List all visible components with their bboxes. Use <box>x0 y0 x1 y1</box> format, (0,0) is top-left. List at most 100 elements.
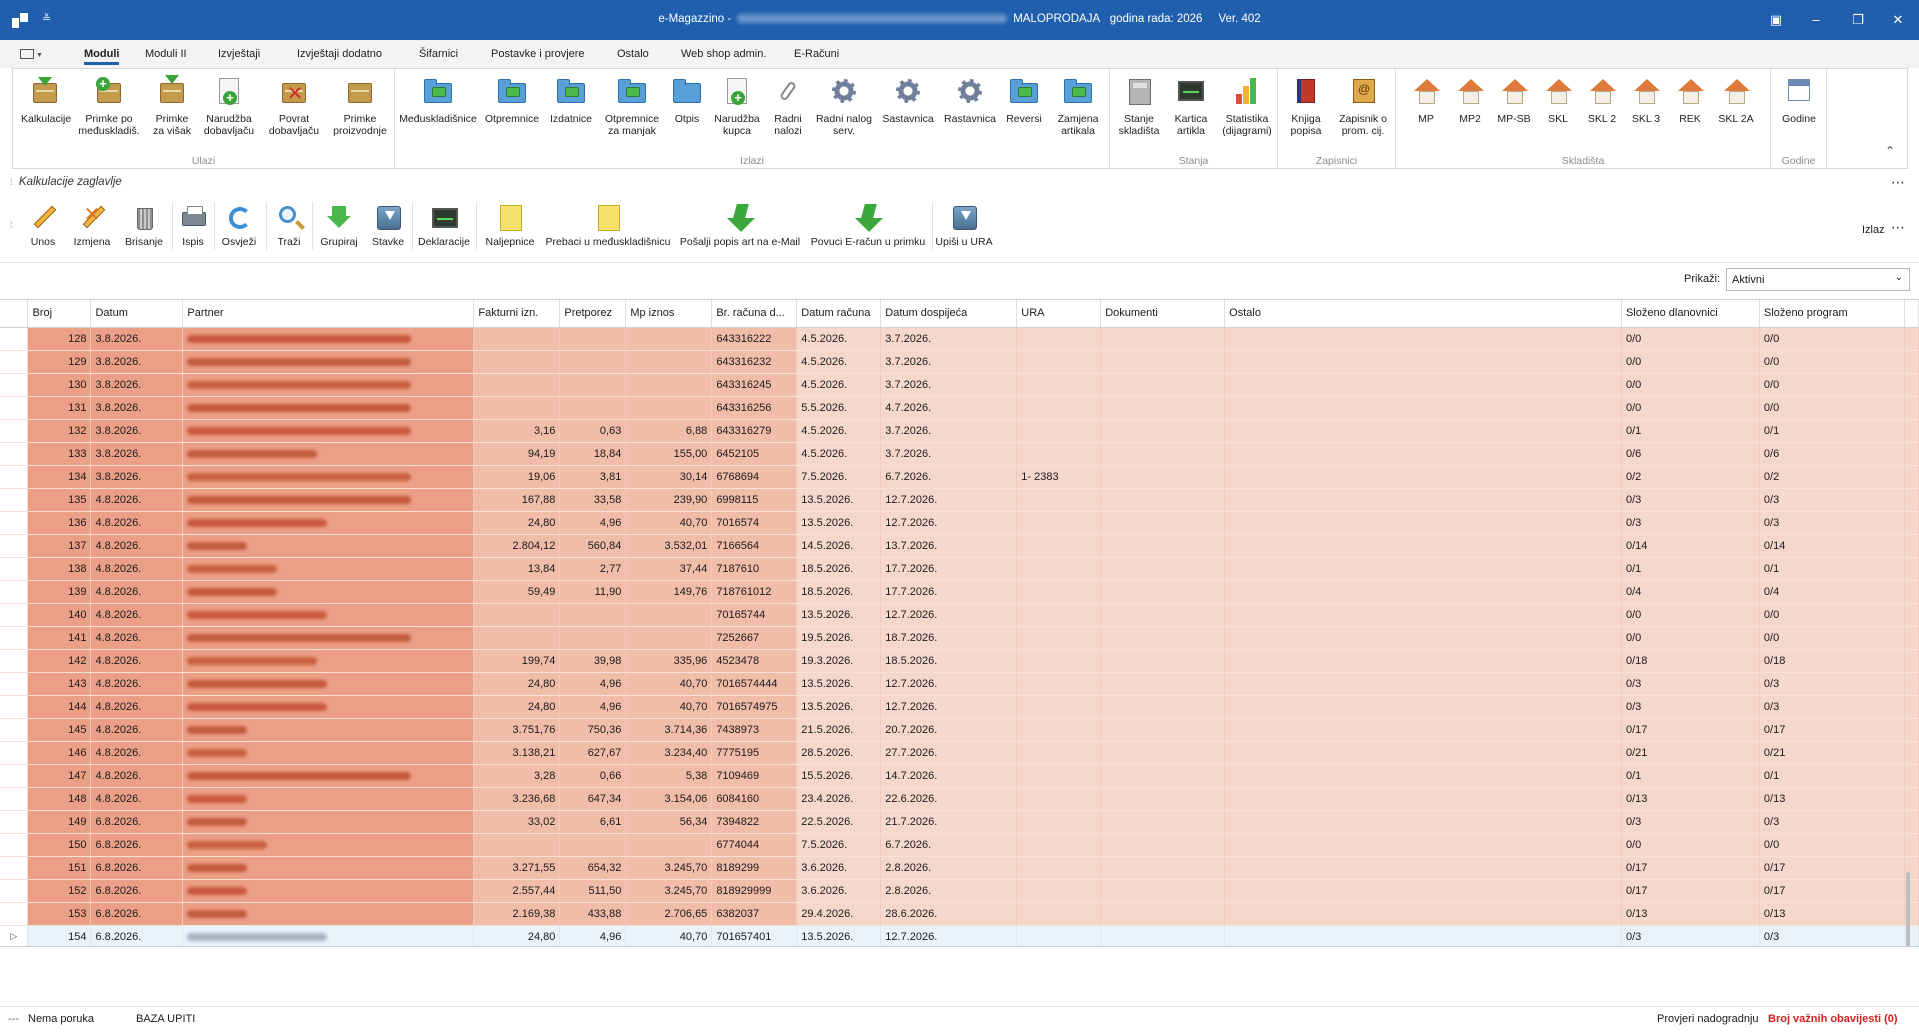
cell-datum[interactable]: 3.8.2026. <box>90 373 184 397</box>
cell-br-racuna[interactable]: 6382037 <box>711 902 798 926</box>
upisi-u-ura-button[interactable]: Upiši u URA <box>934 202 994 248</box>
cell-ostalo[interactable] <box>1224 534 1622 558</box>
cell-fakturni-izn[interactable] <box>473 833 561 857</box>
cell-slozeno-program[interactable]: 0/1 <box>1759 419 1905 443</box>
row-indicator[interactable] <box>0 327 29 351</box>
cell-datum-racuna[interactable]: 22.5.2026. <box>796 810 882 834</box>
skladiste-mp2-button[interactable]: MP2 <box>1450 75 1490 125</box>
cell-datum-racuna[interactable]: 19.3.2026. <box>796 649 882 673</box>
cell-fakturni-izn[interactable]: 3,16 <box>473 419 561 443</box>
cell-slozeno-program[interactable]: 0/3 <box>1759 488 1905 512</box>
cell-broj[interactable]: 134 <box>27 465 92 489</box>
cell-pretporez[interactable]: 3,81 <box>559 465 627 489</box>
cell-dokumenti[interactable] <box>1100 856 1226 880</box>
table-row[interactable]: 131 3.8.2026. 643316256 5.5.2026. 4.7.2026. 0… <box>0 396 1919 420</box>
cell-pretporez[interactable] <box>559 626 627 650</box>
cell-ura[interactable] <box>1016 925 1102 946</box>
cell-pretporez[interactable]: 433,88 <box>559 902 627 926</box>
cell-ostalo[interactable] <box>1224 764 1622 788</box>
cell-br-racuna[interactable]: 643316279 <box>711 419 798 443</box>
godine-button[interactable]: Godine <box>1775 75 1823 125</box>
cell-br-racuna[interactable]: 818929999 <box>711 879 798 903</box>
cell-slozeno-program[interactable]: 0/0 <box>1759 350 1905 374</box>
row-indicator[interactable] <box>0 810 29 834</box>
cell-datum-dospijeca[interactable]: 27.7.2026. <box>880 741 1018 765</box>
cell-slozeno-dlanovnici[interactable]: 0/13 <box>1621 787 1760 811</box>
cell-ostalo[interactable] <box>1224 741 1622 765</box>
cell-datum-dospijeca[interactable]: 3.7.2026. <box>880 327 1018 351</box>
row-indicator[interactable] <box>0 902 29 926</box>
cell-datum-dospijeca[interactable]: 2.8.2026. <box>880 879 1018 903</box>
cell-ura[interactable] <box>1016 373 1102 397</box>
cell-br-racuna[interactable]: 7016574444 <box>711 672 798 696</box>
cell-ostalo[interactable] <box>1224 511 1622 535</box>
cell-datum-racuna[interactable]: 28.5.2026. <box>796 741 882 765</box>
col-header-partner[interactable]: Partner <box>182 300 475 328</box>
cell-datum-dospijeca[interactable]: 4.7.2026. <box>880 396 1018 420</box>
cell-slozeno-program[interactable]: 0/17 <box>1759 879 1905 903</box>
cell-fakturni-izn[interactable]: 24,80 <box>473 925 561 946</box>
cell-fakturni-izn[interactable]: 94,19 <box>473 442 561 466</box>
cell-broj[interactable]: 138 <box>27 557 92 581</box>
cell-datum-racuna[interactable]: 18.5.2026. <box>796 580 882 604</box>
cell-datum-dospijeca[interactable]: 18.5.2026. <box>880 649 1018 673</box>
cell-partner[interactable] <box>182 810 475 834</box>
cell-datum-racuna[interactable]: 4.5.2026. <box>796 442 882 466</box>
row-indicator[interactable] <box>0 534 29 558</box>
cell-partner[interactable] <box>182 465 475 489</box>
scrollbar-thumb[interactable] <box>1906 872 1910 946</box>
cell-slozeno-program[interactable]: 0/3 <box>1759 695 1905 719</box>
cell-ostalo[interactable] <box>1224 557 1622 581</box>
cell-fakturni-izn[interactable]: 24,80 <box>473 695 561 719</box>
cell-br-racuna[interactable]: 6998115 <box>711 488 798 512</box>
vertical-scrollbar[interactable] <box>1905 332 1911 946</box>
cell-ura[interactable] <box>1016 695 1102 719</box>
otpremnice-button[interactable]: Otpremnice <box>481 75 543 125</box>
izlaz-button[interactable]: Izlaz <box>1862 224 1885 236</box>
table-row[interactable]: 141 4.8.2026. 7252667 19.5.2026. 18.7.2026. 0… <box>0 626 1919 650</box>
cell-datum-dospijeca[interactable]: 6.7.2026. <box>880 833 1018 857</box>
cell-datum[interactable]: 6.8.2026. <box>90 856 184 880</box>
cell-datum[interactable]: 4.8.2026. <box>90 695 184 719</box>
table-row[interactable]: 140 4.8.2026. 70165744 13.5.2026. 12.7.2026.… <box>0 603 1919 627</box>
cell-pretporez[interactable]: 0,63 <box>559 419 627 443</box>
row-indicator[interactable] <box>0 373 29 397</box>
cell-fakturni-izn[interactable] <box>473 373 561 397</box>
cell-ura[interactable] <box>1016 350 1102 374</box>
cell-fakturni-izn[interactable] <box>473 626 561 650</box>
cell-pretporez[interactable]: 4,96 <box>559 695 627 719</box>
cell-mp-iznos[interactable] <box>625 626 713 650</box>
cell-dokumenti[interactable] <box>1100 396 1226 420</box>
cell-br-racuna[interactable]: 7016574 <box>711 511 798 535</box>
cell-mp-iznos[interactable]: 37,44 <box>625 557 713 581</box>
cell-dokumenti[interactable] <box>1100 626 1226 650</box>
cell-datum-dospijeca[interactable]: 12.7.2026. <box>880 695 1018 719</box>
cell-dokumenti[interactable] <box>1100 327 1226 351</box>
cell-partner[interactable] <box>182 557 475 581</box>
cell-br-racuna[interactable]: 7187610 <box>711 557 798 581</box>
row-indicator[interactable] <box>0 787 29 811</box>
skladiste-mp-sb-button[interactable]: MP-SB <box>1494 75 1534 125</box>
izdatnice-button[interactable]: Izdatnice <box>545 75 597 125</box>
cell-br-racuna[interactable]: 4523478 <box>711 649 798 673</box>
stanje-skladista-button[interactable]: Stanje skladišta <box>1114 75 1164 137</box>
table-row[interactable]: 134 3.8.2026. 19,06 3,81 30,14 6768694 7.5.202… <box>0 465 1919 489</box>
cell-slozeno-dlanovnici[interactable]: 0/0 <box>1621 833 1760 857</box>
cell-datum-racuna[interactable]: 3.6.2026. <box>796 856 882 880</box>
table-row[interactable]: 137 4.8.2026. 2.804,12 560,84 3.532,01 716656… <box>0 534 1919 558</box>
cell-partner[interactable] <box>182 879 475 903</box>
tab-izvjestaji-dodatno[interactable]: Izvještaji dodatno <box>297 48 382 60</box>
cell-slozeno-program[interactable]: 0/0 <box>1759 626 1905 650</box>
cell-slozeno-dlanovnici[interactable]: 0/0 <box>1621 373 1760 397</box>
cell-slozeno-dlanovnici[interactable]: 0/4 <box>1621 580 1760 604</box>
cell-slozeno-dlanovnici[interactable]: 0/13 <box>1621 902 1760 926</box>
cell-br-racuna[interactable]: 643316232 <box>711 350 798 374</box>
cell-fakturni-izn[interactable]: 199,74 <box>473 649 561 673</box>
cell-fakturni-izn[interactable] <box>473 396 561 420</box>
cell-mp-iznos[interactable]: 6,88 <box>625 419 713 443</box>
cell-ura[interactable]: 1- 2383 <box>1016 465 1102 489</box>
cell-slozeno-program[interactable]: 0/0 <box>1759 833 1905 857</box>
tab-izvjestaji[interactable]: Izvještaji <box>218 48 260 60</box>
cell-ostalo[interactable] <box>1224 488 1622 512</box>
cell-datum[interactable]: 4.8.2026. <box>90 511 184 535</box>
